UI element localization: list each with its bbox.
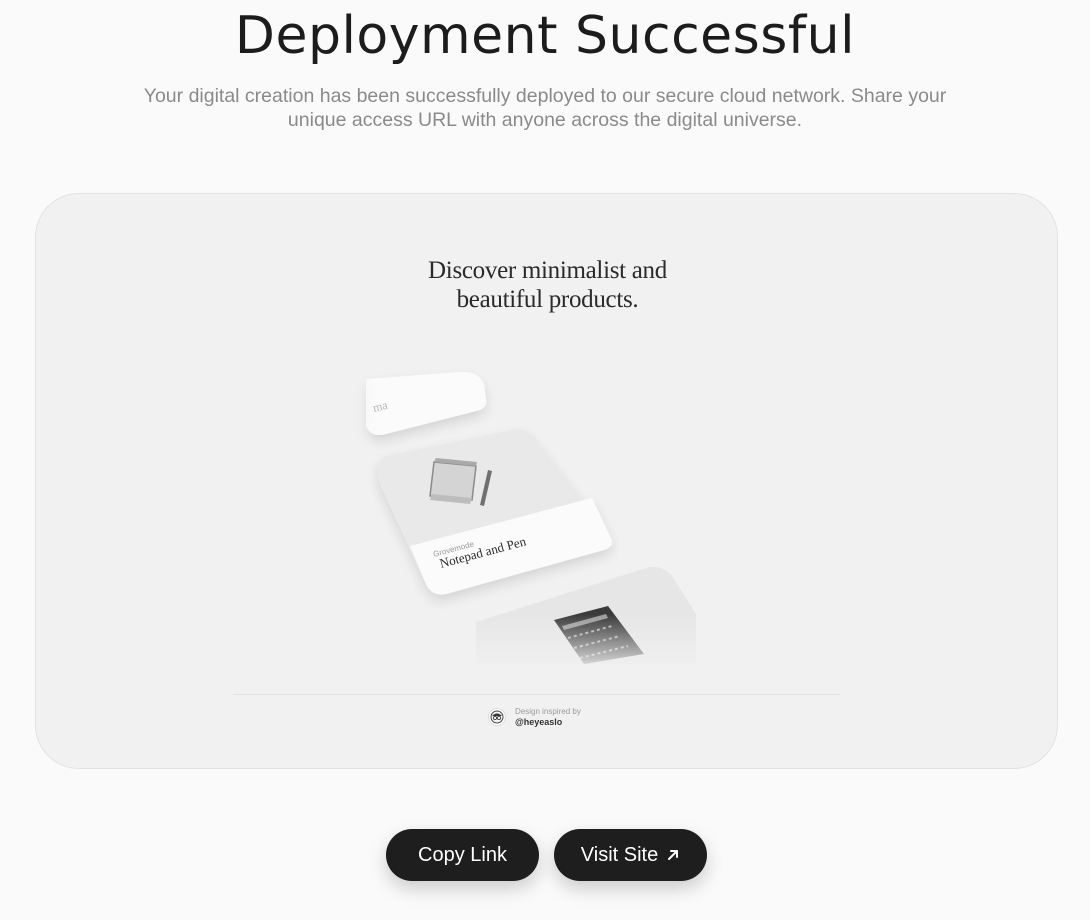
credit-label: Design inspired by bbox=[515, 707, 581, 716]
copy-link-button[interactable]: Copy Link bbox=[386, 829, 539, 881]
avatar bbox=[488, 708, 506, 726]
page-title: Deployment Successful bbox=[234, 6, 856, 66]
credit-handle: @heyeaslo bbox=[515, 717, 563, 727]
preview-divider bbox=[233, 694, 840, 695]
notepad-icon bbox=[429, 458, 477, 504]
notepad-product-card: Grovemode Notepad and Pen bbox=[378, 429, 612, 595]
arrow-up-right-icon bbox=[668, 850, 679, 860]
page-subtitle: Your digital creation has been successfu… bbox=[143, 85, 947, 131]
avatar-face-icon bbox=[490, 710, 504, 724]
site-preview-card: Discover minimalist and beautiful produc… bbox=[35, 193, 1058, 769]
visit-site-button[interactable]: Visit Site bbox=[554, 829, 707, 881]
isometric-product-illustration: ma Grovemode Notepad and Pen bbox=[336, 364, 736, 674]
credit-text: Design inspired by @heyeaslo bbox=[515, 706, 581, 728]
copy-link-label: Copy Link bbox=[418, 843, 507, 866]
design-credit: Design inspired by @heyeaslo bbox=[488, 704, 581, 730]
visit-site-label: Visit Site bbox=[580, 843, 659, 866]
